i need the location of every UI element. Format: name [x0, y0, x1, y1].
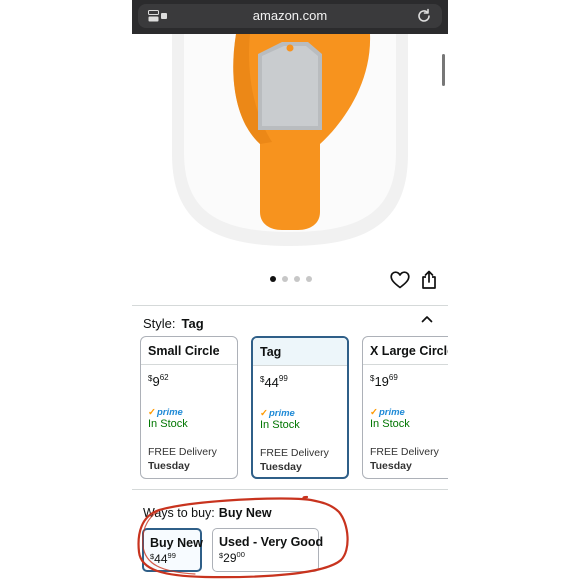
stock-status: In Stock: [370, 418, 410, 430]
buy-option-label: Used - Very Good: [219, 535, 324, 549]
carousel-dot[interactable]: [270, 276, 276, 282]
scroll-indicator: [442, 54, 445, 86]
delivery-text: FREE Delivery: [370, 446, 439, 458]
ways-to-buy-selected-value: Buy New: [218, 506, 272, 520]
prime-check-icon: ✓: [260, 408, 268, 419]
style-selected-value: Tag: [181, 316, 204, 331]
buy-new-option[interactable]: Buy New $4499: [142, 528, 203, 572]
heart-icon[interactable]: [390, 271, 410, 289]
delivery-text: FREE Delivery: [260, 447, 329, 459]
style-header: Style: Tag: [143, 316, 204, 331]
ways-to-buy-label: Ways to buy:: [143, 506, 215, 520]
carousel-dot[interactable]: [294, 276, 300, 282]
style-option-price: $962: [148, 373, 169, 389]
delivery-day: Tuesday: [148, 460, 190, 472]
stock-status: In Stock: [260, 419, 300, 431]
chevron-up-icon[interactable]: [420, 312, 434, 326]
style-option-tag[interactable]: Tag $4499 ✓prime In Stock FREE Delivery …: [251, 336, 349, 479]
style-label: Style:: [143, 316, 176, 331]
section-divider: [132, 305, 448, 306]
style-option-name: Small Circle: [141, 337, 237, 365]
mobile-browser-viewport: amazon.com Style: Tag Small Circle $962 …: [132, 0, 448, 580]
section-divider: [132, 489, 448, 490]
image-carousel-dots[interactable]: [270, 276, 312, 282]
url-text: amazon.com: [252, 8, 328, 23]
prime-badge: ✓prime: [370, 407, 405, 418]
style-option-small-circle[interactable]: Small Circle $962 ✓prime In Stock FREE D…: [140, 336, 238, 479]
ways-to-buy-header: Ways to buy: Buy New: [143, 506, 272, 520]
delivery-text: FREE Delivery: [148, 446, 217, 458]
prime-check-icon: ✓: [148, 407, 156, 418]
product-image[interactable]: [132, 34, 448, 264]
share-icon[interactable]: [420, 270, 438, 290]
prime-badge: ✓prime: [148, 407, 183, 418]
delivery-day: Tuesday: [370, 460, 412, 472]
buy-option-price: $2900: [219, 550, 245, 565]
carousel-dot[interactable]: [306, 276, 312, 282]
stock-status: In Stock: [148, 418, 188, 430]
delivery-day: Tuesday: [260, 461, 302, 473]
style-option-name: Tag: [253, 338, 347, 366]
prime-check-icon: ✓: [370, 407, 378, 418]
style-option-name: X Large Circle: [363, 337, 448, 365]
prime-badge: ✓prime: [260, 408, 295, 419]
style-option-price: $1969: [370, 373, 398, 389]
url-field[interactable]: amazon.com: [138, 4, 442, 28]
style-option-price: $4499: [260, 374, 288, 390]
used-very-good-option[interactable]: Used - Very Good $2900: [212, 528, 324, 572]
browser-address-bar: amazon.com: [132, 0, 448, 34]
reload-icon[interactable]: [416, 8, 432, 24]
carousel-dot[interactable]: [282, 276, 288, 282]
style-option-x-large-circle[interactable]: X Large Circle $1969 ✓prime In Stock FRE…: [362, 336, 448, 479]
buy-option-label: Buy New: [150, 536, 203, 550]
buy-option-price: $4499: [150, 551, 176, 566]
